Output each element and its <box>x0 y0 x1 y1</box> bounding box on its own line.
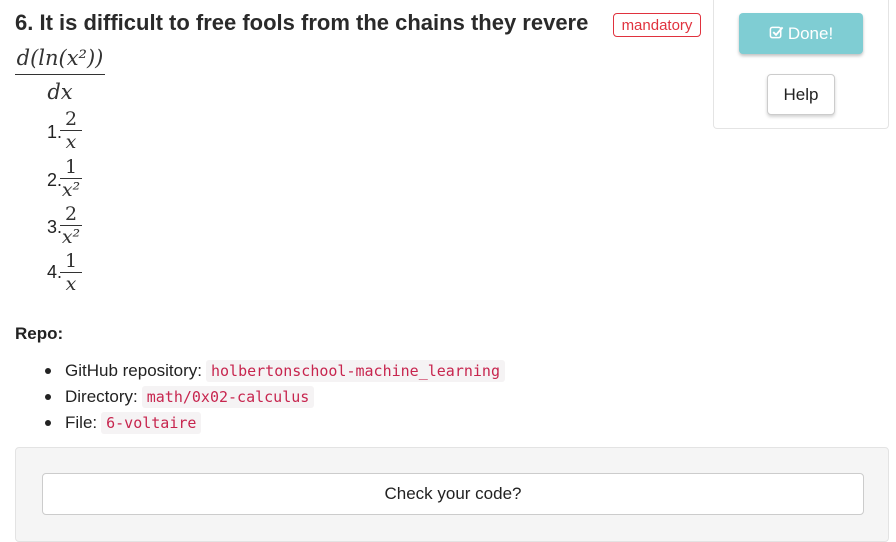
list-item: GitHub repository: holbertonschool-machin… <box>45 358 505 384</box>
mandatory-badge: mandatory <box>613 13 701 37</box>
done-button[interactable]: Done! <box>739 13 863 54</box>
option-denominator: x² <box>61 179 81 201</box>
help-button[interactable]: Help <box>767 74 835 115</box>
option-numerator: 1 <box>64 250 78 272</box>
done-button-label: Done! <box>787 24 834 43</box>
repo-item-label: File: <box>65 413 98 432</box>
option-numerator: 2 <box>64 108 78 130</box>
option-3-fraction: 2 x² <box>58 203 84 248</box>
option-numerator: 1 <box>64 156 78 178</box>
repo-item-value: holbertonschool-machine_learning <box>206 360 505 382</box>
repo-item-value: 6-voltaire <box>101 412 202 434</box>
bullet-icon <box>45 394 51 400</box>
repo-item-label: Directory: <box>65 387 138 406</box>
option-4-fraction: 1 x <box>58 250 84 295</box>
option-numerator: 2 <box>64 203 78 225</box>
repo-item-value: math/0x02-calculus <box>141 386 315 408</box>
bullet-icon <box>45 368 51 374</box>
option-denominator: x <box>65 131 77 153</box>
repo-list: GitHub repository: holbertonschool-machin… <box>45 358 505 436</box>
option-1-fraction: 2 x <box>58 108 84 153</box>
list-item: File: 6-voltaire <box>45 410 505 436</box>
list-item: Directory: math/0x02-calculus <box>45 384 505 410</box>
option-denominator: x <box>65 273 77 295</box>
fraction-bar <box>15 74 105 75</box>
bullet-icon <box>45 420 51 426</box>
option-2-fraction: 1 x² <box>58 156 84 201</box>
question-denominator: dx <box>47 80 73 104</box>
repo-heading: Repo: <box>15 324 64 343</box>
check-code-button[interactable]: Check your code? <box>42 473 864 515</box>
question-expression: d(ln(x²)) dx <box>15 44 105 105</box>
repo-item-label: GitHub repository: <box>65 361 202 380</box>
question-numerator: d(ln(x²)) <box>16 46 104 70</box>
task-title: 6. It is difficult to free fools from th… <box>15 10 589 35</box>
option-denominator: x² <box>61 226 81 248</box>
check-square-icon <box>769 13 784 54</box>
